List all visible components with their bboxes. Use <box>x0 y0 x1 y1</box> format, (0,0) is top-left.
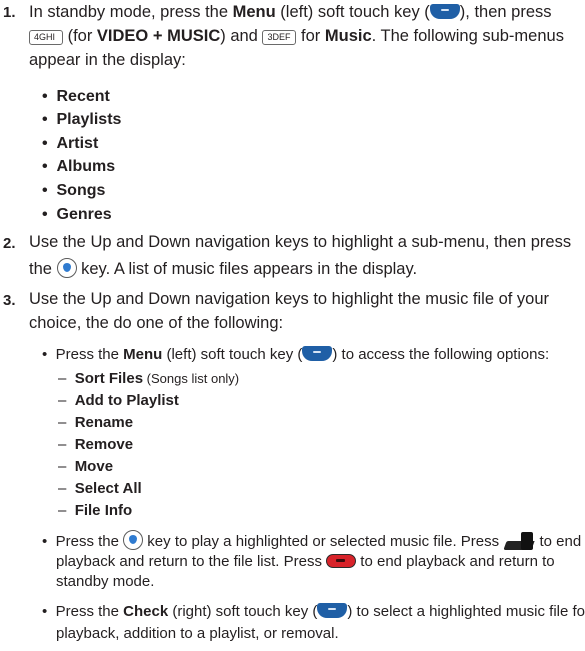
option-bullet-check: • Press the Check (right) soft touch key… <box>42 603 585 620</box>
text: (left) soft touch key ( <box>162 346 303 363</box>
step-3-line-1: Use the Up and Down navigation keys to h… <box>29 290 550 308</box>
text: to end <box>535 533 582 550</box>
menu-term: Menu <box>232 3 276 21</box>
option-item: – Remove <box>58 436 134 453</box>
step-number: 2. <box>3 235 16 252</box>
option-item: – Select All <box>58 480 142 497</box>
submenu-item: • Artist <box>42 135 99 152</box>
step-1-line-1: In standby mode, press the Menu (left) s… <box>29 3 552 22</box>
text: the <box>29 260 57 278</box>
text: ), then press <box>459 3 552 21</box>
submenu-item: • Albums <box>42 158 116 175</box>
option-item: – Sort Files (Songs list only) <box>58 370 240 387</box>
option-bullet-play: • Press the key to play a highlighted or… <box>42 530 581 550</box>
ok-key-icon <box>56 258 77 278</box>
menu-term: Menu <box>123 346 163 363</box>
check-term: Check <box>123 603 169 620</box>
option-bullet-play-line-3: standby mode. <box>56 573 155 590</box>
text: ) and <box>220 27 263 45</box>
text: (left) soft touch key ( <box>275 3 430 21</box>
music-term: Music <box>324 27 372 45</box>
menu-softkey-icon <box>302 346 333 361</box>
option-item: – Add to Playlist <box>58 392 179 409</box>
step-3-line-2: choice, the do one of the following: <box>29 314 284 332</box>
submenu-item: • Genres <box>42 206 112 223</box>
text: ) to select a highlighted music file for <box>347 603 585 620</box>
step-2-line-2: the key. A list of music files appears i… <box>29 258 417 279</box>
step-1-line-3: appear in the display: <box>29 51 186 69</box>
power-end-key-icon <box>326 554 357 568</box>
submenu-item: • Recent <box>42 88 110 105</box>
text: (right) soft touch key ( <box>168 603 318 620</box>
text: Press the <box>55 603 124 620</box>
text: for <box>296 27 325 45</box>
option-bullet-play-line-2: playback and return to the file list. Pr… <box>56 553 555 570</box>
menu-softkey-icon <box>429 4 460 19</box>
text: (for <box>63 27 97 45</box>
ok-key-icon <box>123 530 144 550</box>
text: . The following sub-menus <box>371 27 564 45</box>
step-number: 1. <box>3 4 16 21</box>
text: to end playback and return to <box>356 553 555 570</box>
option-item: – File Info <box>58 502 133 519</box>
submenu-item: • Playlists <box>42 111 122 128</box>
check-softkey-icon <box>317 603 348 618</box>
submenu-item: • Songs <box>42 182 106 199</box>
text: Press the <box>55 346 124 363</box>
key-3-icon: 3DEF <box>262 30 297 45</box>
step-number: 3. <box>3 292 16 309</box>
text: key. A list of music files appears in th… <box>76 260 418 278</box>
option-item: – Move <box>58 458 114 475</box>
end-key-icon <box>503 532 535 550</box>
text: playback and return to the file list. Pr… <box>56 553 327 570</box>
option-item: – Rename <box>58 414 134 431</box>
option-bullet-check-line-2: playback, addition to a playlist, or rem… <box>56 625 339 642</box>
video-music-term: VIDEO + MUSIC <box>96 27 221 45</box>
text: In standby mode, press the <box>29 3 233 21</box>
option-bullet-menu: • Press the Menu (left) soft touch key (… <box>42 346 550 363</box>
text: Press the <box>55 533 124 550</box>
text: key to play a highlighted or selected mu… <box>143 533 504 550</box>
key-4-icon: 4GHI <box>29 30 63 45</box>
step-2-line-1: Use the Up and Down navigation keys to h… <box>29 233 572 251</box>
step-1-line-2: 4GHI (for VIDEO + MUSIC) and 3DEF for Mu… <box>29 27 564 46</box>
text: ) to access the following options: <box>332 346 550 363</box>
